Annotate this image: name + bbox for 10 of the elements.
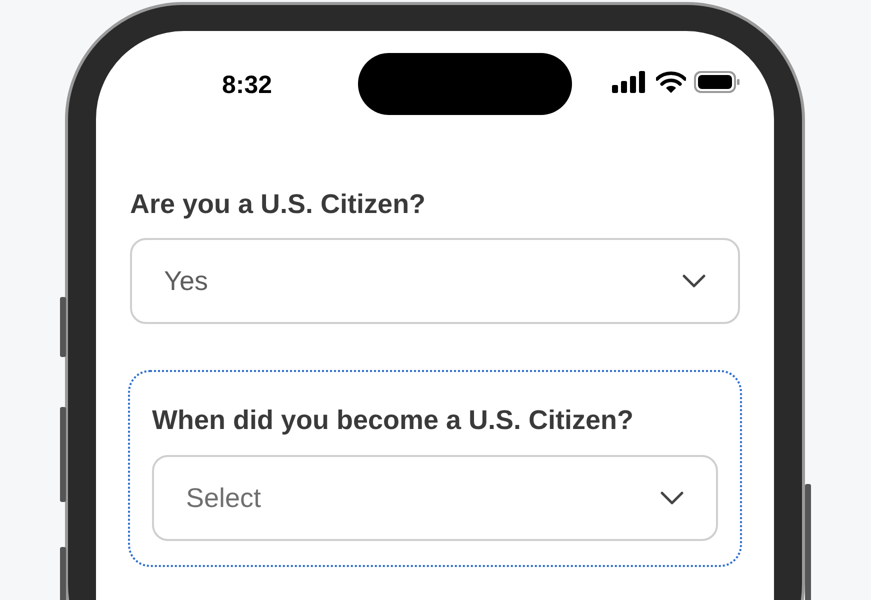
signal-icon — [612, 71, 648, 93]
status-time: 8:32 — [222, 70, 272, 101]
question-label: Are you a U.S. Citizen? — [130, 188, 427, 220]
question-label: When did you become a U.S. Citizen? — [152, 404, 635, 437]
chevron-down-icon — [660, 490, 684, 505]
dropdown[interactable]: Select — [152, 454, 718, 541]
dropdown[interactable]: Yes — [130, 238, 740, 324]
wifi-icon — [656, 71, 686, 93]
chevron-down-icon — [682, 274, 706, 288]
battery-icon — [694, 71, 740, 93]
